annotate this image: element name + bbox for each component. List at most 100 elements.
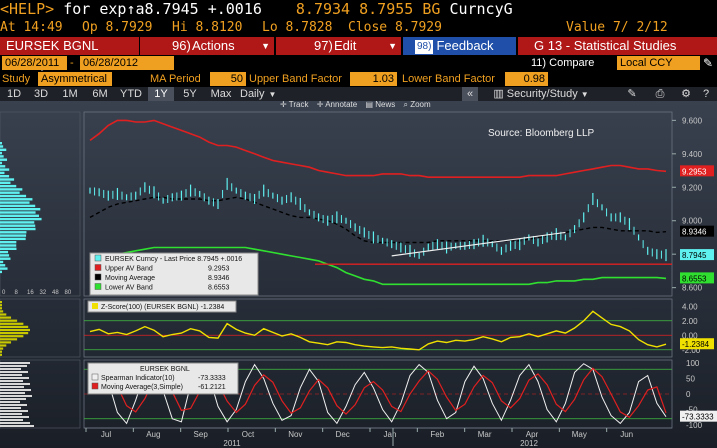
histogram-bar [0,386,24,388]
study-label: Study [2,73,31,85]
histogram-bar [0,322,24,325]
legend-label: EURSEK Curncy - Last Price 8.7945 +.0016 [105,256,242,263]
actions-label: Actions [192,38,235,53]
y-tick-label: 9.400 [682,150,703,159]
histogram-bar [0,241,17,244]
track-button[interactable]: Track [289,100,309,109]
histogram-bar [0,416,29,418]
printer-icon[interactable]: ⎙ [650,87,670,101]
histogram-bar [0,350,2,353]
ma-period-label: MA Period [150,73,201,85]
legend-label: Upper AV Band [105,266,153,273]
legend-label: Moving Average [105,275,155,282]
x-tick-label: Jun [620,430,633,439]
help-icon[interactable]: ? [698,87,714,101]
year-label: 2011 [223,439,241,448]
histogram-bar [0,419,23,421]
y-tick-label: 2.00 [682,317,698,326]
annotate-button[interactable]: Annotate [325,100,357,109]
crosshair-icon[interactable]: ✛ [280,100,289,109]
legend-value: 9.2953 [208,266,230,273]
currency-select[interactable]: Local CCY [617,56,700,70]
last-value-label: 8.9346 [682,228,707,237]
ma-period-input[interactable]: 50 [210,72,246,86]
news-button[interactable]: News [375,100,395,109]
y-tick-label: 0 [686,390,691,399]
frequency-select[interactable]: Daily ▼ [240,87,280,101]
x-tick-label: Feb [430,430,444,439]
edit-num: 97) [314,38,333,53]
legend-label: Moving Average(3,Simple) [101,384,183,391]
tab-6m[interactable]: 6M [86,87,114,101]
upper-band-input[interactable]: 1.03 [350,72,397,86]
histogram-bar [0,395,32,397]
quote-close: Close 8.7929 [348,20,442,35]
histogram-bar [0,310,4,313]
security-study-button[interactable]: ▥ Security/Study ▼ [486,87,596,101]
pencil-icon[interactable]: ✎ [622,87,642,101]
annotate-icon[interactable]: ✛ [317,100,325,109]
compare-link[interactable]: 11) Compare [531,55,594,71]
x-tick-label: Oct [242,430,255,439]
histogram-bar [0,257,11,260]
end-date-input[interactable]: 06/28/2012 [80,56,174,70]
histogram-bar [0,188,23,191]
feedback-button[interactable]: 98) Feedback [403,37,516,55]
histogram-bar [0,211,36,214]
actions-button[interactable]: 96) Actions ▼ [140,37,274,55]
security-field[interactable]: EURSEK BGNL Curncy [0,37,139,71]
news-icon[interactable]: ▤ [365,100,375,109]
histogram-bar [0,332,29,335]
tab-1m[interactable]: 1M [56,87,84,101]
last-value-label: 8.6553 [682,274,707,283]
tab-1d[interactable]: 1D [2,87,26,101]
histogram-bar [0,319,18,322]
chart-area[interactable]: 9.6009.4009.2009.0008.8008.600Source: Bl… [0,101,717,448]
y-tick-label: 50 [686,375,695,384]
y-tick-label: 8.600 [682,284,703,293]
x-tick-label: Nov [288,430,302,439]
quote-low: Lo 8.7828 [262,20,333,35]
x-tick-label: Apr [526,430,539,439]
tab-ytd[interactable]: YTD [116,87,146,101]
y-tick-label: -100 [686,421,703,430]
tab-5y[interactable]: 5Y [176,87,204,101]
histogram-bar [0,178,15,181]
pencil-icon[interactable]: ✎ [703,55,713,71]
collapse-button[interactable]: « [462,87,478,101]
edit-button[interactable]: 97) Edit ▼ [276,37,401,55]
histogram-bar [0,151,2,155]
ticker-code: CurncyG [449,0,513,18]
histogram-bar [0,365,27,367]
lower-band-label: Lower Band Factor [402,73,495,85]
tab-max[interactable]: Max [206,87,236,101]
histogram-bar [0,264,6,267]
histogram-bar [0,383,30,385]
histogram-bar [0,254,10,257]
legend-swatch [94,273,102,281]
tab-1y[interactable]: 1Y [148,87,174,101]
function-title-label: G 13 - Statistical Studies [534,38,677,53]
study-row: Study Asymmetrical MA Period 50 Upper Ba… [0,71,717,87]
histogram-bar [0,191,20,194]
command-line[interactable]: <HELP> for exp↑a8.7945 +.0016 8.7934 8.79… [0,0,717,19]
lower-band-input[interactable]: 0.98 [505,72,548,86]
histogram-bar [0,398,26,400]
tab-3d[interactable]: 3D [28,87,54,101]
legend-title: EURSEK BGNL [140,366,190,373]
histogram-tick: 32 [40,290,47,296]
histogram-bar [0,371,28,373]
legend-swatch [94,254,102,262]
zoom-button[interactable]: Zoom [410,100,430,109]
y-tick-label: 9.200 [682,183,703,192]
legend-swatch [91,373,99,381]
date-range-row: 06/28/2011 - 06/28/2012 11) Compare Loca… [0,55,717,71]
start-date-input[interactable]: 06/28/2011 [2,56,67,70]
actions-num: 96) [172,38,191,53]
legend-label: Lower AV Band [105,285,153,292]
help-prompt[interactable]: <HELP> [0,0,54,18]
histogram-bar [0,214,39,217]
gear-icon[interactable]: ⚙ [676,87,696,101]
histogram-bar [0,142,2,145]
study-select[interactable]: Asymmetrical [38,72,112,86]
